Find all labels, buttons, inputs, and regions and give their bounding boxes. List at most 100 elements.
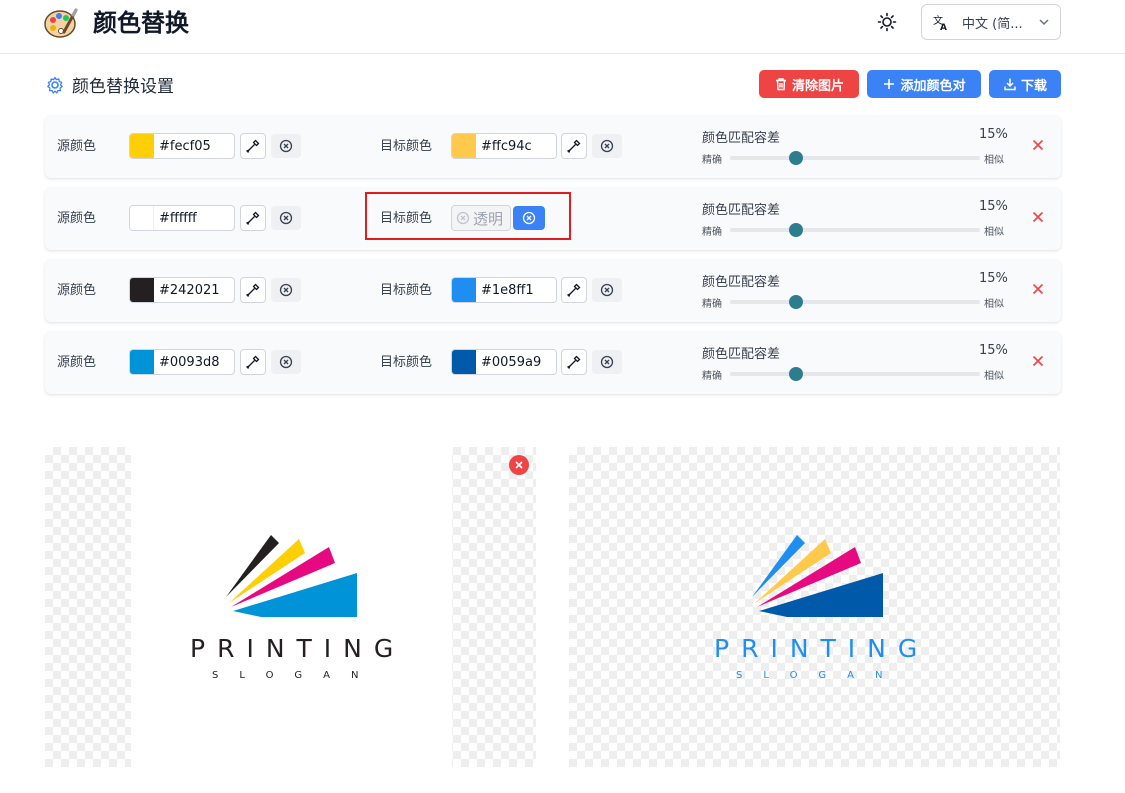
close-circle-icon: [600, 355, 614, 369]
slider-thumb[interactable]: [789, 151, 803, 165]
delete-pair-button[interactable]: [1029, 280, 1047, 298]
tolerance-value: 15%: [979, 343, 1008, 358]
source-color-input[interactable]: #242021: [129, 277, 235, 303]
close-circle-icon: [279, 283, 293, 297]
source-color-label: 源颜色: [57, 139, 97, 154]
eyedropper-icon: [567, 139, 581, 153]
source-eyedropper-button[interactable]: [240, 349, 266, 375]
target-transparent-button[interactable]: [592, 350, 622, 374]
slider-max-label: 相似: [984, 155, 1004, 166]
target-transparent-field[interactable]: 透明: [451, 205, 511, 231]
tolerance-slider[interactable]: [730, 367, 980, 381]
slider-min-label: 精确: [702, 371, 722, 382]
language-select[interactable]: 文 A 中文 (简...: [921, 4, 1061, 40]
target-color-hex[interactable]: #ffc94c: [481, 139, 532, 154]
eyedropper-icon: [246, 355, 260, 369]
target-transparent-button[interactable]: [592, 134, 622, 158]
target-transparent-button[interactable]: [592, 278, 622, 302]
slider-thumb[interactable]: [789, 223, 803, 237]
result-logo-slogan: SLOGAN: [736, 670, 904, 681]
slider-max-label: 相似: [984, 299, 1004, 310]
target-color-label: 目标颜色: [380, 139, 433, 154]
target-eyedropper-button[interactable]: [561, 133, 587, 159]
source-color-swatch[interactable]: [130, 206, 154, 230]
target-color-swatch[interactable]: [452, 134, 476, 158]
source-color-swatch[interactable]: [130, 350, 154, 374]
target-color-hex[interactable]: #0059a9: [481, 355, 541, 370]
close-circle-icon: [522, 211, 536, 225]
source-color-input[interactable]: #fecf05: [129, 133, 235, 159]
trash-icon: [775, 78, 786, 91]
theme-toggle-button[interactable]: [874, 9, 900, 35]
plus-icon: [884, 79, 895, 89]
source-color-hex[interactable]: #242021: [159, 283, 220, 298]
source-clear-button[interactable]: [271, 278, 301, 302]
slider-thumb[interactable]: [789, 367, 803, 381]
original-logo-slogan: SLOGAN: [212, 670, 380, 681]
source-color-label: 源颜色: [57, 283, 97, 298]
tolerance-label: 颜色匹配容差: [702, 275, 781, 290]
target-color-swatch[interactable]: [452, 278, 476, 302]
settings-title-text: 颜色替换设置: [72, 77, 174, 97]
tolerance-slider[interactable]: [730, 295, 980, 309]
slider-thumb[interactable]: [789, 295, 803, 309]
target-transparent-toggle-button[interactable]: [513, 206, 545, 230]
download-label: 下载: [1020, 78, 1047, 94]
slider-min-label: 精确: [702, 227, 722, 238]
source-eyedropper-button[interactable]: [240, 277, 266, 303]
app-title: 颜色替换: [93, 9, 189, 37]
close-circle-icon: [456, 211, 470, 225]
tolerance-label: 颜色匹配容差: [702, 203, 781, 218]
eyedropper-icon: [246, 139, 260, 153]
close-circle-icon: [600, 283, 614, 297]
source-color-hex[interactable]: #ffffff: [159, 211, 197, 226]
source-eyedropper-button[interactable]: [240, 205, 266, 231]
target-color-hex[interactable]: #1e8ff1: [481, 283, 534, 298]
clear-image-button[interactable]: 清除图片: [759, 70, 859, 98]
target-color-swatch[interactable]: [452, 350, 476, 374]
source-clear-button[interactable]: [271, 350, 301, 374]
tolerance-slider[interactable]: [730, 223, 980, 237]
eyedropper-icon: [567, 283, 581, 297]
tolerance-slider[interactable]: [730, 151, 980, 165]
close-circle-icon: [279, 355, 293, 369]
eyedropper-icon: [246, 283, 260, 297]
tolerance-label: 颜色匹配容差: [702, 131, 781, 146]
source-color-hex[interactable]: #fecf05: [159, 139, 211, 154]
tolerance-value: 15%: [979, 199, 1008, 214]
target-eyedropper-button[interactable]: [561, 277, 587, 303]
slider-min-label: 精确: [702, 299, 722, 310]
source-color-hex[interactable]: #0093d8: [159, 355, 220, 370]
eyedropper-icon: [246, 211, 260, 225]
target-color-input[interactable]: #ffc94c: [451, 133, 557, 159]
close-circle-icon: [279, 211, 293, 225]
source-color-swatch[interactable]: [130, 134, 154, 158]
delete-pair-button[interactable]: [1029, 208, 1047, 226]
target-color-input[interactable]: #0059a9: [451, 349, 557, 375]
gear-icon: [47, 76, 63, 94]
source-color-input[interactable]: #0093d8: [129, 349, 235, 375]
original-logo-word: PRINTING: [190, 634, 406, 663]
delete-pair-button[interactable]: [1029, 136, 1047, 154]
source-eyedropper-button[interactable]: [240, 133, 266, 159]
add-color-pair-button[interactable]: 添加颜色对: [867, 70, 981, 98]
target-eyedropper-button[interactable]: [561, 349, 587, 375]
download-button[interactable]: 下载: [989, 70, 1061, 98]
chevron-down-icon: [1039, 19, 1049, 26]
clear-image-label: 清除图片: [791, 78, 844, 94]
app-header: 颜色替换 文 A 中文 (简...: [0, 0, 1125, 54]
close-icon: [1032, 355, 1044, 367]
target-color-input[interactable]: #1e8ff1: [451, 277, 557, 303]
source-clear-button[interactable]: [271, 206, 301, 230]
source-color-input[interactable]: #ffffff: [129, 205, 235, 231]
delete-pair-button[interactable]: [1029, 352, 1047, 370]
color-pair-row: 源颜色 #0093d8 目标颜色 #0059a9 颜色匹配容差 15% 精确 相…: [45, 332, 1061, 394]
original-image-preview: PRINTING SLOGAN: [45, 447, 536, 767]
target-color-label: 目标颜色: [380, 283, 433, 298]
remove-image-button[interactable]: [509, 455, 529, 475]
source-color-swatch[interactable]: [130, 278, 154, 302]
source-clear-button[interactable]: [271, 134, 301, 158]
svg-text:A: A: [940, 23, 947, 31]
palette-logo-icon: [44, 8, 78, 38]
settings-title: 颜色替换设置: [46, 72, 174, 97]
